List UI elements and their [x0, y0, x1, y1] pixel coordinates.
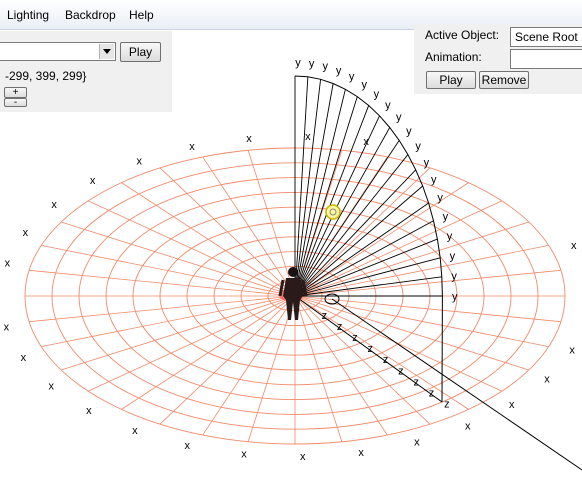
x-label: x	[300, 451, 306, 463]
x-label: x	[90, 175, 96, 187]
y-label: y	[396, 112, 402, 124]
active-object-field[interactable]: Scene Root	[510, 27, 582, 47]
z-label: z	[352, 332, 358, 344]
x-label: x	[51, 199, 57, 211]
x-label: x	[136, 155, 142, 167]
x-label: x	[49, 380, 55, 392]
x-label: x	[509, 399, 515, 411]
x-label: x	[544, 373, 550, 385]
y-spoke	[294, 202, 429, 297]
y-axis-fan	[294, 75, 582, 471]
animation-label: Animation:	[425, 50, 482, 64]
x-label: x	[569, 344, 575, 356]
animation-dropdown[interactable]	[0, 42, 116, 61]
animation-field[interactable]	[510, 49, 582, 69]
light-marker-icon[interactable]	[325, 204, 341, 220]
active-object-label: Active Object:	[425, 28, 500, 42]
z-label: z	[322, 310, 328, 322]
y-label: y	[322, 61, 328, 73]
y-label: y	[295, 57, 301, 69]
x-label: x	[86, 405, 92, 417]
z-axis-labels: zzzzzzzzz	[322, 310, 450, 410]
y-label: y	[452, 291, 458, 303]
y-label: y	[336, 65, 342, 77]
menu-help[interactable]: Help	[129, 8, 154, 22]
x-label: x	[305, 131, 311, 143]
x-label: x	[363, 136, 369, 148]
y-label: y	[406, 126, 412, 138]
remove-button[interactable]: Remove	[479, 71, 529, 89]
y-label: y	[447, 230, 453, 242]
x-label: x	[21, 352, 27, 364]
x-label: x	[189, 141, 195, 153]
x-label: x	[465, 420, 471, 432]
y-spoke	[294, 276, 442, 297]
x-label: x	[246, 133, 252, 145]
y-spoke	[294, 238, 438, 297]
z-label: z	[429, 387, 435, 399]
y-label: y	[349, 71, 355, 83]
grid-spoke	[88, 200, 296, 297]
y-label: y	[431, 174, 437, 186]
left-control-panel: Play -299, 399, 299} + -	[0, 31, 172, 112]
coordinate-readout: -299, 399, 299}	[5, 69, 87, 83]
y-label: y	[415, 141, 421, 153]
y-label: y	[437, 192, 443, 204]
x-label: x	[132, 425, 138, 437]
y-spoke	[294, 83, 334, 297]
x-label: x	[414, 437, 420, 449]
z-label: z	[413, 376, 419, 388]
decrement-button[interactable]: -	[4, 98, 27, 108]
z-label: z	[368, 343, 374, 355]
x-label: x	[184, 440, 190, 452]
x-label: x	[571, 240, 577, 252]
x-label: x	[241, 449, 247, 461]
z-label: z	[337, 321, 343, 333]
menu-lighting[interactable]: Lighting	[7, 8, 49, 22]
y-label: y	[443, 211, 449, 223]
play-button-left[interactable]: Play	[120, 42, 161, 62]
x-label: x	[23, 227, 29, 239]
y-label: y	[374, 88, 380, 100]
z-label: z	[444, 398, 450, 410]
grid-spoke	[88, 295, 296, 392]
y-label: y	[362, 79, 368, 91]
z-label: z	[383, 354, 389, 366]
object-panel: Active Object: Scene Root Animation: Pla…	[414, 24, 582, 94]
x-label: x	[358, 447, 364, 459]
chevron-down-icon	[99, 44, 114, 59]
x-label: x	[4, 322, 10, 334]
y-label: y	[424, 157, 430, 169]
menu-backdrop[interactable]: Backdrop	[65, 8, 116, 22]
x-label: x	[5, 258, 11, 270]
y-label: y	[450, 250, 456, 262]
y-label: y	[385, 99, 391, 111]
y-label: y	[451, 271, 457, 283]
y-label: y	[309, 58, 315, 70]
z-label: z	[398, 365, 404, 377]
play-button[interactable]: Play	[426, 71, 476, 89]
